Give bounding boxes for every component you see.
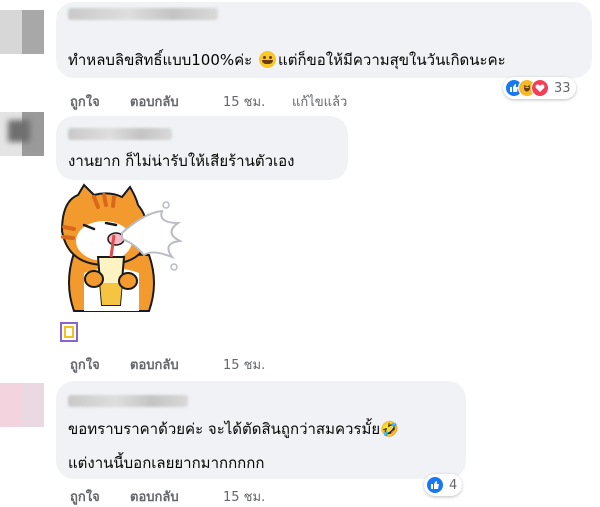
smiling-sweat-emoji-icon [259, 51, 277, 68]
cat-spitting-drink-sticker[interactable] [54, 183, 182, 313]
reply-button[interactable]: ตอบกลับ [130, 486, 179, 507]
comment-bubble: ทำหลบลิขสิทธิ์แบบ100%ค่ะ แต่ก็ขอให้มีควา… [56, 2, 592, 78]
comment-bubble: งานยาก ก็ไม่น่ารับให้เสียร้านตัวเอง [56, 116, 348, 180]
comment-text-part: แต่ก็ขอให้มีความสุขในวันเกิดนะคะ [278, 51, 506, 69]
reaction-count: 33 [554, 80, 571, 96]
comment-text: งานยาก ก็ไม่น่ารับให้เสียร้านตัวเอง [68, 152, 295, 170]
reply-button[interactable]: ตอบกลับ [130, 354, 179, 375]
like-button[interactable]: ถูกใจ [70, 91, 100, 112]
timestamp[interactable]: 15 ชม. [223, 486, 265, 507]
sticker-source-icon[interactable] [60, 322, 78, 342]
timestamp[interactable]: 15 ชม. [223, 91, 265, 112]
comment-text: ทำหลบลิขสิทธิ์แบบ100%ค่ะ แต่ก็ขอให้มีควา… [68, 50, 506, 70]
like-button[interactable]: ถูกใจ [70, 486, 100, 507]
avatar[interactable] [0, 112, 44, 156]
comment-text-part: ทำหลบลิขสิทธิ์แบบ100%ค่ะ [68, 51, 253, 69]
avatar[interactable] [0, 10, 44, 54]
comment-text-line-1: ขอทราบราคาด้วยค่ะ จะได้ตัดสินถูกว่าสมควร… [68, 420, 399, 438]
reply-button[interactable]: ตอบกลับ [130, 91, 179, 112]
love-reaction-icon [531, 79, 549, 97]
reaction-summary[interactable]: 33 [503, 77, 576, 99]
edited-label: แก้ไขแล้ว [292, 95, 348, 110]
like-button[interactable]: ถูกใจ [70, 354, 100, 375]
author-name-blurred[interactable] [68, 128, 172, 140]
comment-bubble: ขอทราบราคาด้วยค่ะ จะได้ตัดสินถูกว่าสมควร… [56, 381, 466, 479]
author-name-blurred[interactable] [68, 8, 218, 20]
author-name-blurred[interactable] [68, 395, 188, 407]
reaction-count: 4 [449, 477, 458, 493]
like-reaction-icon [426, 476, 444, 494]
timestamp[interactable]: 15 ชม. [223, 354, 265, 375]
reaction-summary[interactable]: 4 [424, 474, 463, 496]
avatar[interactable] [0, 383, 44, 427]
comment-text-line-2: แต่งานนี้บอกเลยยากมากกกกก [68, 454, 265, 472]
